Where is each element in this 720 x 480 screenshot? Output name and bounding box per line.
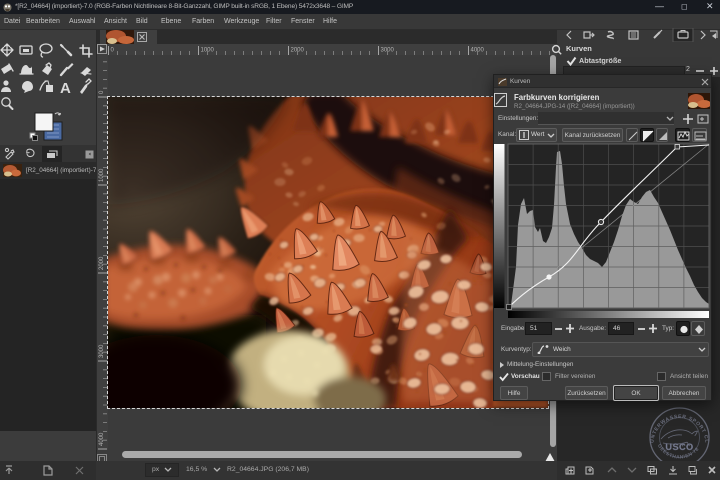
svg-text:4000: 4000 <box>99 432 105 446</box>
svg-text:UNTERWASSER SPORT CLUB: UNTERWASSER SPORT CLUB <box>646 404 710 443</box>
svg-text:3000: 3000 <box>99 344 105 358</box>
svg-text:1000: 1000 <box>201 48 215 54</box>
svg-text:3000: 3000 <box>381 48 395 54</box>
svg-text:4000: 4000 <box>471 48 485 54</box>
svg-text:1000: 1000 <box>99 168 105 182</box>
svg-text:A: A <box>60 80 71 97</box>
svg-text:2000: 2000 <box>99 256 105 270</box>
svg-text:2000: 2000 <box>291 48 305 54</box>
svg-text:USCO: USCO <box>665 442 693 452</box>
